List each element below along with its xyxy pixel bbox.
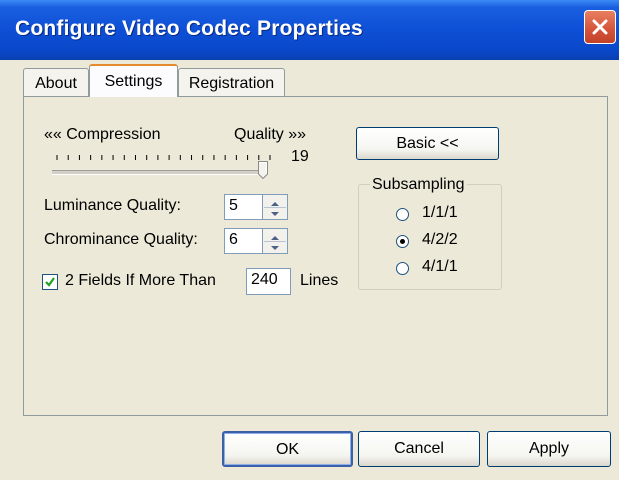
luminance-spinner[interactable] xyxy=(262,194,288,220)
compression-label: «« Compression xyxy=(44,126,161,143)
chrominance-input[interactable]: 6 xyxy=(224,228,264,254)
close-icon xyxy=(592,19,608,35)
tab-settings[interactable]: Settings xyxy=(89,64,178,97)
luminance-input[interactable]: 5 xyxy=(224,194,264,220)
apply-button[interactable]: Apply xyxy=(487,431,611,467)
basic-button[interactable]: Basic << xyxy=(356,127,499,160)
tab-about[interactable]: About xyxy=(23,68,89,96)
slider-thumb[interactable] xyxy=(258,161,268,179)
radio-label-4-1-1: 4/1/1 xyxy=(422,258,458,275)
lines-value: 240 xyxy=(251,271,278,288)
fields-checkbox[interactable] xyxy=(42,274,58,290)
checkmark-icon xyxy=(45,277,55,287)
cancel-label: Cancel xyxy=(394,440,444,457)
tab-label: Settings xyxy=(104,73,163,90)
lines-input[interactable]: 240 xyxy=(246,268,291,295)
radio-selected-dot xyxy=(400,239,405,244)
chrominance-spinner[interactable] xyxy=(262,228,288,254)
cancel-button[interactable]: Cancel xyxy=(358,431,480,467)
apply-label: Apply xyxy=(528,440,570,457)
radio-label-4-2-2: 4/2/2 xyxy=(422,231,458,248)
quality-label: Quality »» xyxy=(234,126,307,143)
arrow-down-icon[interactable] xyxy=(264,241,286,252)
basic-button-label: Basic << xyxy=(396,135,459,152)
tab-panel-settings xyxy=(23,96,608,416)
luminance-value: 5 xyxy=(229,197,238,214)
tab-label: Registration xyxy=(188,75,275,92)
slider-ticks xyxy=(56,155,271,160)
ok-label: OK xyxy=(275,441,300,458)
subsampling-title: Subsampling xyxy=(370,176,467,194)
ok-button[interactable]: OK xyxy=(222,431,353,467)
chrominance-value: 6 xyxy=(229,231,238,248)
chrominance-label: Chrominance Quality: xyxy=(44,231,198,248)
luminance-label: Luminance Quality: xyxy=(44,197,181,214)
lines-label: Lines xyxy=(300,272,339,289)
title-bar: Configure Video Codec Properties xyxy=(0,0,619,60)
radio-1-1-1[interactable] xyxy=(396,208,409,221)
quality-slider[interactable] xyxy=(52,170,266,175)
fields-label: 2 Fields If More Than xyxy=(65,272,216,289)
radio-label-1-1-1: 1/1/1 xyxy=(422,204,458,221)
tab-registration[interactable]: Registration xyxy=(178,68,285,96)
radio-4-1-1[interactable] xyxy=(396,262,409,275)
tab-label: About xyxy=(35,75,77,92)
window-title: Configure Video Codec Properties xyxy=(15,17,363,40)
arrow-down-icon[interactable] xyxy=(264,207,286,218)
slider-value: 19 xyxy=(291,148,309,165)
close-button[interactable] xyxy=(584,10,616,44)
radio-4-2-2[interactable] xyxy=(396,235,409,248)
